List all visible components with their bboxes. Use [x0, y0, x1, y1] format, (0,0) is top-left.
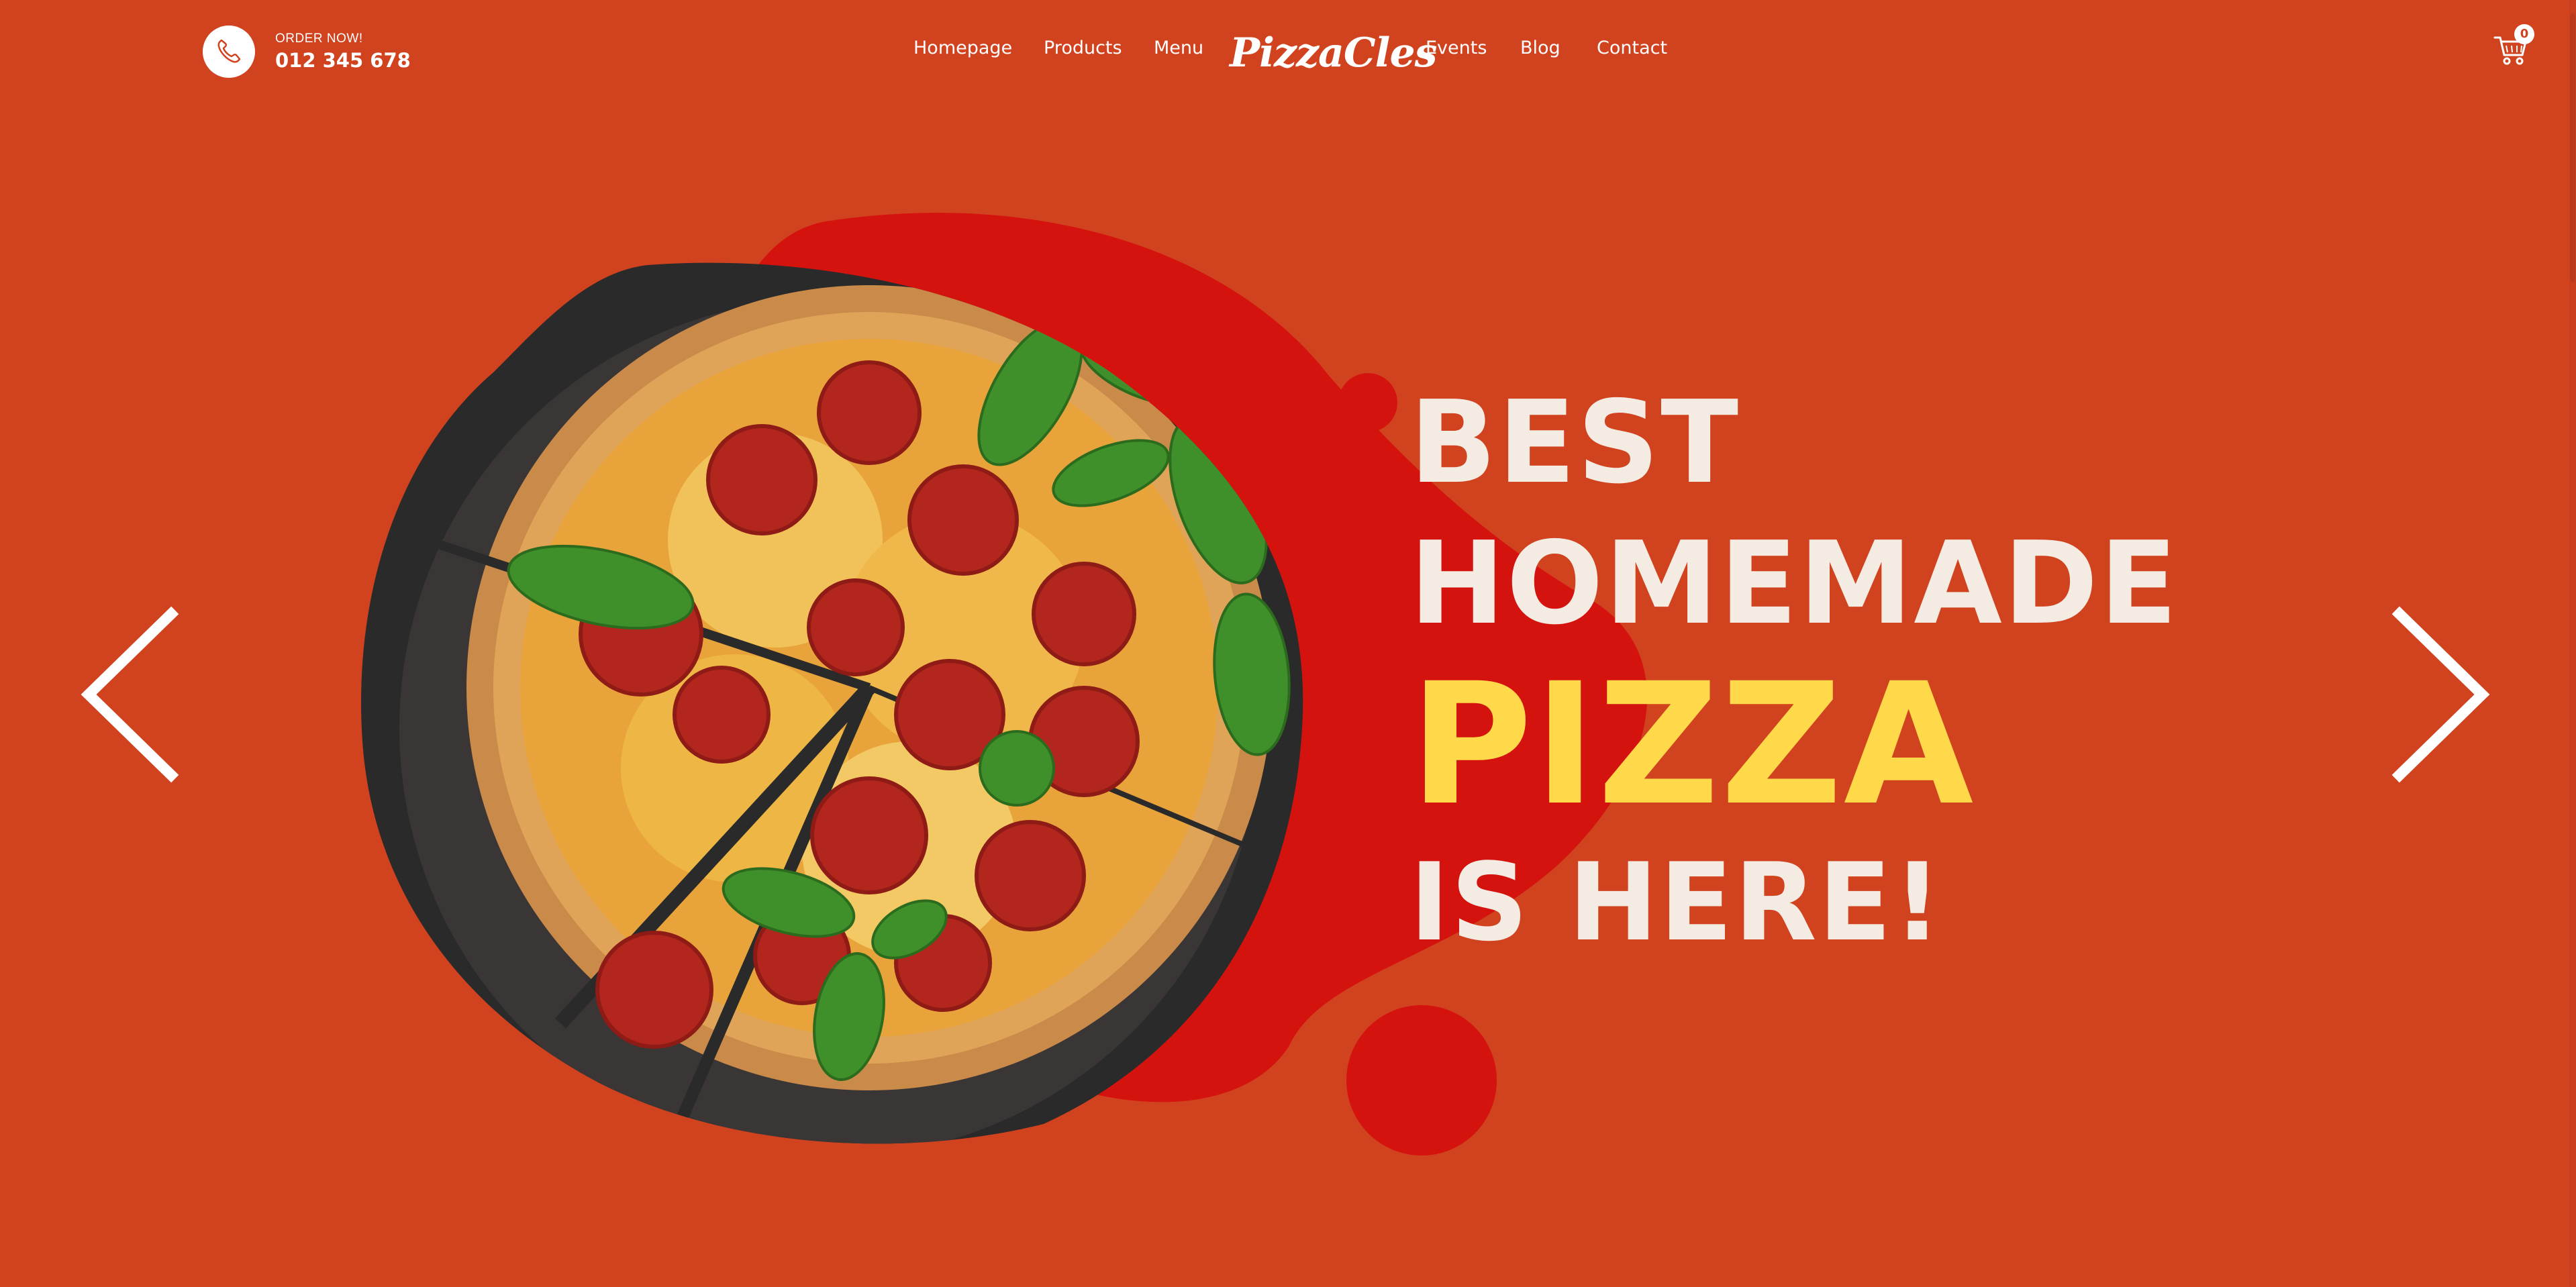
headline-line-best: BEST [1409, 376, 1740, 509]
scrollbar[interactable] [2569, 0, 2576, 1287]
cart-button[interactable]: 0 [2493, 24, 2534, 67]
nav-item-products[interactable]: Products [1044, 38, 1122, 58]
nav-item-blog[interactable]: Blog [1520, 38, 1561, 58]
main-nav: Homepage Products Menu PizzaCles Events … [0, 30, 2576, 76]
nav-item-contact[interactable]: Contact [1597, 38, 1667, 58]
nav-item-homepage[interactable]: Homepage [913, 38, 1012, 58]
nav-item-events[interactable]: Events [1426, 38, 1487, 58]
chevron-left-icon [81, 606, 179, 783]
cart-count-badge: 0 [2514, 24, 2534, 44]
scrollbar-thumb[interactable] [2570, 13, 2575, 282]
site-header: ORDER NOW! 012 345 678 Homepage Products… [0, 0, 2576, 101]
slider-prev-button[interactable] [74, 604, 181, 785]
hero-headline: BEST HOMEMADE PIZZA IS HERE! [1409, 386, 2179, 956]
site-logo[interactable]: PizzaCles [1230, 30, 1437, 76]
headline-line-is-here: IS HERE! [1409, 839, 1944, 965]
pizza-image [361, 262, 1303, 1144]
slider-next-button[interactable] [2389, 604, 2497, 785]
headline-line-homemade: HOMEMADE [1409, 517, 2179, 650]
chevron-right-icon [2391, 606, 2490, 783]
nav-item-menu[interactable]: Menu [1154, 38, 1203, 58]
page: ORDER NOW! 012 345 678 Homepage Products… [0, 0, 2576, 1287]
headline-line-pizza: PIZZA [1409, 647, 1975, 842]
